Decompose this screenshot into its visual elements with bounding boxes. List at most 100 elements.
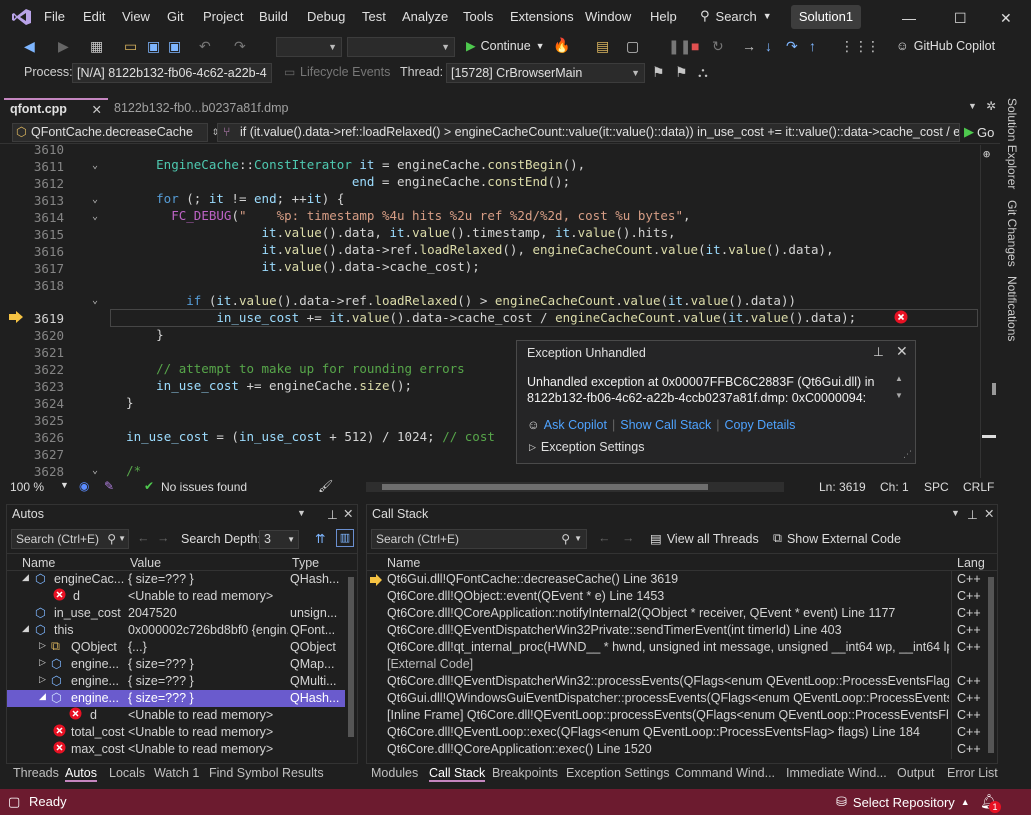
stack-frame-row[interactable]: Qt6Core.dll!qt_internal_proc(HWND__ * hw… <box>367 639 985 656</box>
new-project-icon[interactable]: ▦ <box>90 38 103 55</box>
table-row[interactable]: ▷ ⧉ QObject {...} QObject <box>7 639 345 656</box>
table-row[interactable]: d <Unable to read memory> <box>7 588 345 605</box>
column-type[interactable]: Type <box>292 556 319 570</box>
scroll-down-icon[interactable]: ▼ <box>895 391 903 400</box>
zoom-dropdown-icon[interactable]: ▼ <box>60 480 69 490</box>
save-icon[interactable]: ▣ <box>147 38 160 55</box>
menu-edit[interactable]: Edit <box>83 9 105 24</box>
process-combo[interactable]: [N/A] 8122b132-fb06-4c62-a22b-4 <box>72 63 272 83</box>
table-row[interactable]: total_cost <Unable to read memory> <box>7 724 345 741</box>
search-forward-icon[interactable]: → <box>157 531 170 545</box>
filter-icon[interactable]: ⇈ <box>315 531 325 546</box>
stack-frame-row[interactable]: Qt6Core.dll!QEventDispatcherWin32Private… <box>367 622 985 639</box>
tab-qfont-cpp[interactable]: qfont.cpp ✕ <box>4 98 108 120</box>
column-value[interactable]: Value <box>130 556 161 570</box>
menu-debug[interactable]: Debug <box>307 9 345 24</box>
table-row[interactable]: ◢ ⬡ engineCac... { size=??? } QHash... <box>7 571 345 588</box>
fold-chevron-icon[interactable]: ⌄ <box>92 211 98 222</box>
side-tab-solution-explorer[interactable]: Solution Explorer <box>1005 98 1019 189</box>
tab-error-list[interactable]: Error List <box>947 766 998 780</box>
side-tab-git-changes[interactable]: Git Changes <box>1005 200 1019 267</box>
tab-locals[interactable]: Locals <box>109 766 145 780</box>
pane-dropdown-icon[interactable]: ▼ <box>297 508 306 518</box>
error-glyph-icon[interactable] <box>894 310 908 324</box>
tab-dropdown-icon[interactable]: ▼ <box>968 101 977 111</box>
stack-frame-row[interactable]: Qt6Core.dll!QEventDispatcherWin32::proce… <box>367 673 985 690</box>
expand-arrow-icon[interactable]: ◢ <box>22 572 29 583</box>
scroll-thumb[interactable] <box>992 383 996 395</box>
redo-icon[interactable]: ↷ <box>234 38 246 55</box>
expand-arrow-icon[interactable]: ◢ <box>39 691 46 702</box>
lifecycle-events-button[interactable]: Lifecycle Events <box>300 65 390 79</box>
stack-frame-row[interactable]: Qt6Core.dll!QObject::event(QEvent * e) L… <box>367 588 985 605</box>
pin-icon[interactable]: ⊥ <box>327 507 338 522</box>
resize-grip-icon[interactable]: ⋰ <box>903 449 912 460</box>
menu-git[interactable]: Git <box>167 9 184 24</box>
back-icon[interactable]: ◀ <box>24 38 35 55</box>
menu-file[interactable]: File <box>44 9 65 24</box>
split-icon[interactable]: ⊕ <box>983 147 990 161</box>
tab-breakpoints[interactable]: Breakpoints <box>492 766 558 780</box>
show-external-code-button[interactable]: ⧉ Show External Code <box>773 531 901 546</box>
menu-build[interactable]: Build <box>259 9 288 24</box>
continue-button[interactable]: ▶ Continue ▼ <box>466 38 545 54</box>
stack-frame-icon[interactable]: ⛬ <box>698 64 708 81</box>
scroll-thumb[interactable] <box>382 484 708 490</box>
table-row[interactable]: ▷ ⬡ engine... { size=??? } QMap... <box>7 656 345 673</box>
pin-icon[interactable]: ⊥ <box>967 507 978 522</box>
pause-icon[interactable]: ❚❚ <box>668 38 691 55</box>
scroll-thumb[interactable] <box>988 577 994 753</box>
view-all-threads-button[interactable]: ▤ View all Threads <box>650 531 759 547</box>
stack-frame-row[interactable]: Qt6Gui.dll!QWindowsGuiEventDispatcher::p… <box>367 690 985 707</box>
expression-dropdown[interactable]: ⑂ if (it.value().data->ref::loadRelaxed(… <box>217 123 960 142</box>
issues-status[interactable]: No issues found <box>161 480 247 494</box>
notifications-button[interactable]: 🔔︎ 1 <box>980 793 1001 813</box>
menu-view[interactable]: View <box>122 9 150 24</box>
fold-chevron-icon[interactable]: ⌄ <box>92 295 98 306</box>
stack-frame-row[interactable]: Qt6Gui.dll!QFontCache::decreaseCache() L… <box>367 571 985 588</box>
save-all-icon[interactable]: ▣ <box>168 38 181 55</box>
tab-find-symbol-results[interactable]: Find Symbol Results <box>209 766 324 780</box>
exception-settings-expander[interactable]: ▷ Exception Settings <box>529 440 644 454</box>
expand-arrow-icon[interactable]: ▷ <box>39 674 46 685</box>
menu-help[interactable]: Help <box>650 9 677 24</box>
table-row[interactable]: ⬡ in_use_cost 2047520 unsign... <box>7 605 345 622</box>
menu-analyze[interactable]: Analyze <box>402 9 448 24</box>
tab-dump-file[interactable]: 8122b132-fb0...b0237a81f.dmp <box>114 101 288 115</box>
flag-icon[interactable]: ⚑ <box>652 64 665 81</box>
tab-command-window[interactable]: Command Wind... <box>675 766 775 780</box>
call-stack-search-input[interactable]: Search (Ctrl+E) ⚲ ▼ <box>371 529 587 549</box>
expand-arrow-icon[interactable]: ▷ <box>39 640 46 651</box>
search-back-icon[interactable]: ← <box>598 531 611 545</box>
breakpoints-icon[interactable]: ⋮⋮ <box>840 38 868 55</box>
side-tab-notifications[interactable]: Notifications <box>1005 276 1019 341</box>
column-name[interactable]: Name <box>22 556 55 570</box>
maximize-icon[interactable]: ☐ <box>954 10 967 27</box>
line-indicator[interactable]: Ln: 3619 <box>819 480 866 494</box>
search-forward-icon[interactable]: → <box>622 531 635 545</box>
restart-icon[interactable]: ↻ <box>712 38 724 55</box>
autos-search-input[interactable]: Search (Ctrl+E) ⚲ ▼ <box>11 529 129 549</box>
menu-window[interactable]: Window <box>585 9 631 24</box>
stack-frame-row[interactable]: Qt6Core.dll!QCoreApplication::exec() Lin… <box>367 741 985 758</box>
process-icon[interactable]: ▤ <box>596 38 609 55</box>
column-lang[interactable]: Lang <box>957 556 985 570</box>
menu-tools[interactable]: Tools <box>463 9 493 24</box>
tab-modules[interactable]: Modules <box>371 766 418 780</box>
table-row[interactable]: ◢ ⬡ this 0x000002c726bd8bf0 {engin... QF… <box>7 622 345 639</box>
flag-all-icon[interactable]: ⚑ <box>675 64 688 81</box>
column-indicator[interactable]: Ch: 1 <box>880 480 909 494</box>
show-call-stack-link[interactable]: Show Call Stack <box>620 418 711 432</box>
step-into-icon[interactable]: ↓ <box>765 38 772 54</box>
fold-chevron-icon[interactable]: ⌄ <box>92 465 98 476</box>
pin-icon[interactable]: ⊥ <box>873 344 884 359</box>
close-tab-icon[interactable]: ✕ <box>92 102 102 117</box>
tab-watch-1[interactable]: Watch 1 <box>154 766 199 780</box>
search-depth-combo[interactable]: 3 ▼ <box>259 530 299 549</box>
whitespace-indicator[interactable]: SPC <box>924 480 949 494</box>
menu-project[interactable]: Project <box>203 9 243 24</box>
stack-frame-row[interactable]: Qt6Core.dll!QCoreApplication::notifyInte… <box>367 605 985 622</box>
expand-arrow-icon[interactable]: ◢ <box>22 623 29 634</box>
tab-autos[interactable]: Autos <box>65 766 97 782</box>
expand-arrow-icon[interactable]: ▷ <box>39 657 46 668</box>
